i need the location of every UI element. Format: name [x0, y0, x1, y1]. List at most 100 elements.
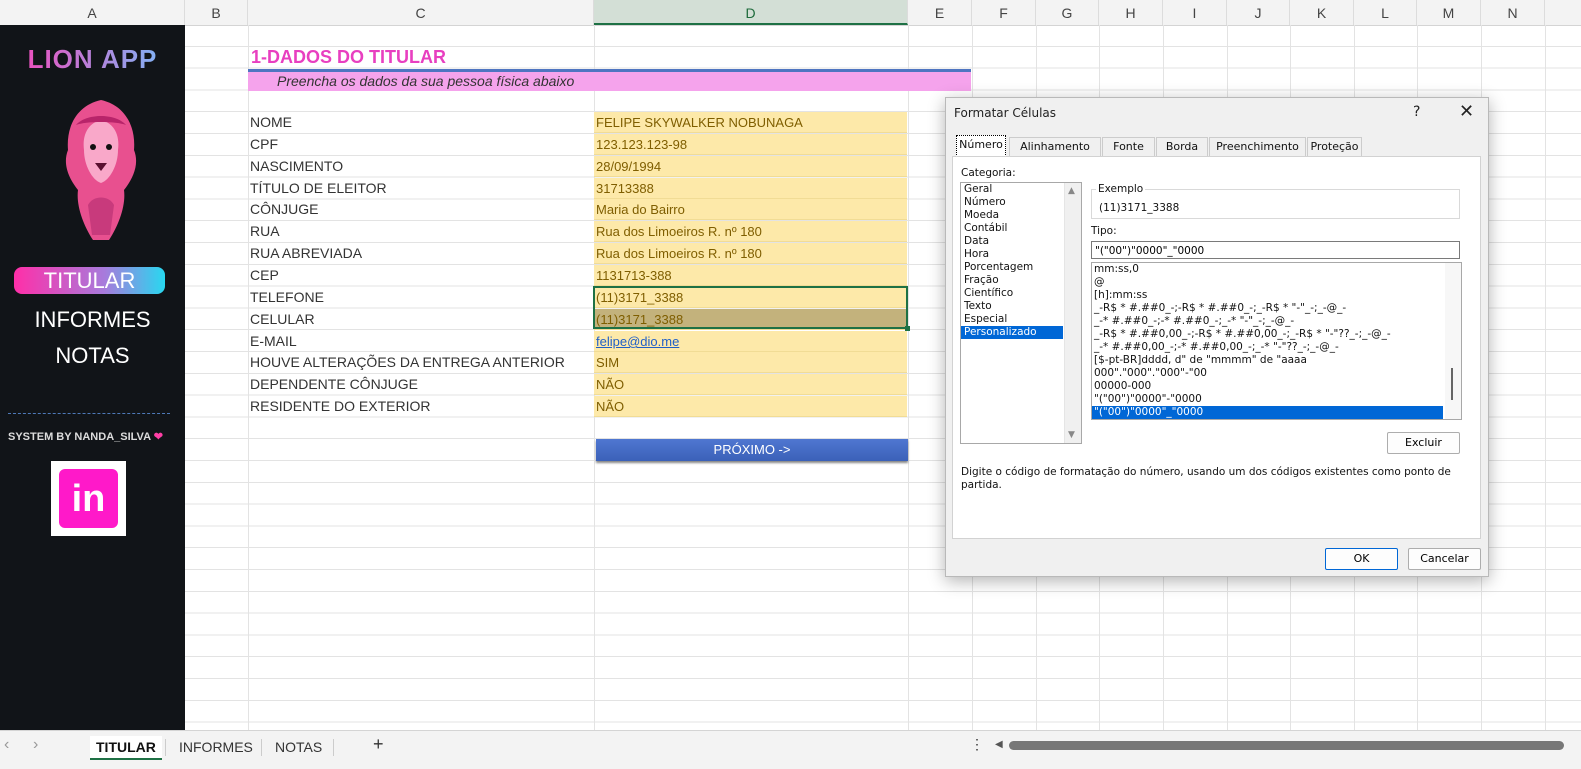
row-value[interactable]: 28/09/1994 [594, 156, 907, 177]
row-value[interactable]: 1131713-388 [594, 265, 907, 286]
row-value[interactable]: Rua dos Limoeiros R. nº 180 [594, 221, 907, 242]
more-options-icon[interactable]: ⋮ [970, 736, 984, 753]
row-value[interactable]: 123.123.123-98 [594, 134, 907, 155]
row-value[interactable]: FELIPE SKYWALKER NOBUNAGA [594, 112, 907, 133]
help-icon[interactable]: ? [1413, 104, 1420, 120]
category-scrollbar[interactable]: ▲ ▼ [1064, 183, 1081, 443]
horizontal-scrollbar[interactable] [1009, 741, 1564, 750]
column-header-j[interactable]: J [1227, 0, 1290, 25]
column-header-c[interactable]: C [248, 0, 594, 25]
row-label[interactable]: CEP [250, 265, 279, 286]
tipo-item[interactable]: mm:ss,0 [1092, 263, 1461, 276]
tipo-item[interactable]: "("00")"0000"-"0000 [1092, 393, 1461, 406]
row-label[interactable]: NOME [250, 112, 292, 133]
scroll-left-icon[interactable]: ◀ [995, 739, 1003, 750]
row-value[interactable]: 31713388 [594, 178, 907, 199]
row-value[interactable]: SIM [594, 352, 907, 373]
sheet-tab-bar: ‹ › TITULAR INFORMES NOTAS + ⋮ ◀ [0, 730, 1581, 769]
tipo-item[interactable]: 00000-000 [1092, 380, 1461, 393]
column-header-d[interactable]: D [594, 0, 908, 25]
close-icon[interactable]: ✕ [1459, 101, 1474, 122]
category-list[interactable]: Geral Número Moeda Contábil Data Hora Porcenta… [960, 182, 1082, 444]
row-label[interactable]: E-MAIL [250, 331, 297, 352]
add-sheet-icon[interactable]: + [373, 734, 384, 755]
tipo-item[interactable]: @ [1092, 276, 1461, 289]
category-item[interactable]: Número [961, 196, 1081, 209]
tipo-list[interactable]: mm:ss,0 @ [h]:mm:ss _-R$ * #.##0_-;-R$ * #.… [1091, 262, 1462, 420]
category-item[interactable]: Especial [961, 313, 1081, 326]
category-item[interactable]: Fração [961, 274, 1081, 287]
tipo-item[interactable]: [$-pt-BR]dddd, d" de "mmmm" de "aaaa [1092, 354, 1461, 367]
category-item[interactable]: Data [961, 235, 1081, 248]
scroll-down-icon[interactable]: ▼ [1068, 430, 1075, 440]
tab-fonte[interactable]: Fonte [1102, 137, 1155, 156]
category-item[interactable]: Científico [961, 287, 1081, 300]
row-label[interactable]: TÍTULO DE ELEITOR [250, 178, 387, 199]
row-label[interactable]: RUA ABREVIADA [250, 243, 362, 264]
tipo-scrollbar[interactable] [1445, 263, 1461, 419]
column-header-m[interactable]: M [1417, 0, 1481, 25]
row-label[interactable]: NASCIMENTO [250, 156, 343, 177]
category-item[interactable]: Geral [961, 183, 1081, 196]
row-value[interactable]: Maria do Bairro [594, 199, 907, 220]
sidebar-item-notas[interactable]: NOTAS [0, 343, 185, 369]
tab-alinhamento[interactable]: Alinhamento [1009, 137, 1101, 156]
column-header-n[interactable]: N [1481, 0, 1545, 25]
tab-preenchimento[interactable]: Preenchimento [1209, 137, 1306, 156]
row-label[interactable]: DEPENDENTE CÔNJUGE [250, 374, 418, 395]
sidebar-item-informes[interactable]: INFORMES [0, 307, 185, 333]
category-item[interactable]: Moeda [961, 209, 1081, 222]
ok-button[interactable]: OK [1325, 548, 1398, 570]
category-item[interactable]: Hora [961, 248, 1081, 261]
cancel-button[interactable]: Cancelar [1408, 548, 1481, 570]
linkedin-button[interactable]: in [51, 461, 126, 536]
sidebar-item-titular[interactable]: TITULAR [14, 267, 165, 294]
row-value[interactable]: felipe@dio.me [594, 331, 907, 352]
column-header-a[interactable]: A [0, 0, 185, 25]
column-header-l[interactable]: L [1354, 0, 1417, 25]
row-label[interactable]: HOUVE ALTERAÇÕES DA ENTREGA ANTERIOR [250, 352, 565, 373]
section-subtitle: Preencha os dados da sua pessoa física a… [248, 72, 971, 91]
sheet-tab-notas[interactable]: NOTAS [275, 736, 322, 758]
tipo-input[interactable]: "("00")"0000"_"0000 [1091, 241, 1460, 259]
row-label[interactable]: CPF [250, 134, 278, 155]
tipo-item[interactable]: _-* #.##0_-;-* #.##0_-;_-* "-"_-;_-@_- [1092, 315, 1461, 328]
row-label[interactable]: CELULAR [250, 309, 315, 330]
delete-button[interactable]: Excluir [1387, 432, 1460, 454]
tipo-item[interactable]: "("00")"0000"_"0000 [1092, 406, 1443, 419]
sheet-tab-titular[interactable]: TITULAR [90, 736, 162, 760]
tipo-item[interactable]: _-R$ * #.##0_-;-R$ * #.##0_-;_-R$ * "-"_… [1092, 302, 1461, 315]
row-label[interactable]: TELEFONE [250, 287, 324, 308]
next-button[interactable]: PRÓXIMO -> [596, 439, 908, 461]
column-header-f[interactable]: F [972, 0, 1036, 25]
scroll-thumb[interactable] [1451, 368, 1453, 400]
fill-handle[interactable] [905, 326, 910, 331]
category-item[interactable]: Texto [961, 300, 1081, 313]
row-value[interactable]: NÃO [594, 374, 907, 395]
tipo-item[interactable]: [h]:mm:ss [1092, 289, 1461, 302]
tab-numero[interactable]: Número [956, 135, 1006, 157]
tab-borda[interactable]: Borda [1156, 137, 1208, 156]
tipo-item[interactable]: _-* #.##0,00_-;-* #.##0,00_-;_-* "-"??_-… [1092, 341, 1461, 354]
row-label[interactable]: RUA [250, 221, 280, 242]
column-header-h[interactable]: H [1099, 0, 1163, 25]
category-item[interactable]: Porcentagem [961, 261, 1081, 274]
category-item[interactable]: Contábil [961, 222, 1081, 235]
column-header-i[interactable]: I [1163, 0, 1227, 25]
sheet-tab-informes[interactable]: INFORMES [179, 736, 253, 758]
tipo-item[interactable]: 000"."000"."000"-"00 [1092, 367, 1461, 380]
category-item[interactable]: Personalizado [961, 326, 1063, 339]
row-label[interactable]: CÔNJUGE [250, 199, 318, 220]
prev-sheet-icon[interactable]: ‹ [4, 736, 9, 754]
next-sheet-icon[interactable]: › [33, 736, 38, 754]
row-label[interactable]: RESIDENTE DO EXTERIOR [250, 396, 430, 417]
row-value[interactable]: NÃO [594, 396, 907, 417]
column-header-b[interactable]: B [185, 0, 248, 25]
column-header-k[interactable]: K [1290, 0, 1354, 25]
tipo-item[interactable]: _-R$ * #.##0,00_-;-R$ * #.##0,00_-;_-R$ … [1092, 328, 1461, 341]
column-header-g[interactable]: G [1036, 0, 1099, 25]
row-value[interactable]: Rua dos Limoeiros R. nº 180 [594, 243, 907, 264]
scroll-up-icon[interactable]: ▲ [1068, 186, 1075, 196]
column-header-e[interactable]: E [908, 0, 972, 25]
tab-protecao[interactable]: Proteção [1307, 137, 1362, 156]
